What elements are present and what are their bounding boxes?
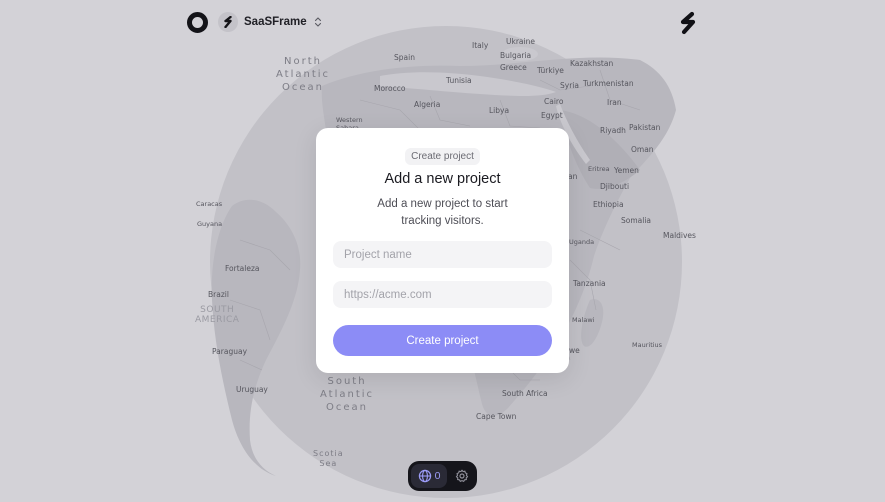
map-label-bulgaria: Bulgaria: [500, 51, 532, 60]
map-label-tunisia: Tunisia: [446, 76, 472, 85]
project-avatar: [218, 12, 238, 32]
map-label-algeria: Algeria: [414, 100, 441, 109]
map-label-ukraine: Ukraine: [506, 37, 535, 46]
saasframe-logo-icon: [224, 16, 232, 28]
gear-icon: [455, 469, 469, 482]
create-project-button[interactable]: Create project: [333, 325, 552, 356]
s-logo-icon[interactable]: [677, 11, 699, 35]
map-label-egypt: Egypt: [541, 111, 563, 120]
map-label-cairo: Cairo: [544, 97, 564, 106]
project-name: SaaSFrame: [244, 16, 307, 28]
map-label-turkmenistan: Turkmenistan: [583, 79, 634, 88]
bottom-toolbar: 0: [408, 461, 477, 491]
map-label-fortaleza: Fortaleza: [225, 264, 260, 273]
map-label-oman: Oman: [631, 145, 654, 154]
project-switcher[interactable]: SaaSFrame: [218, 11, 323, 33]
map-label-pakistan: Pakistan: [629, 123, 661, 132]
ocean-label-south-atlantic: South Atlantic Ocean: [320, 376, 375, 413]
dialog-eyebrow-wrap: Create project: [316, 146, 569, 165]
map-label-uruguay: Uruguay: [236, 385, 268, 394]
dialog-title: Add a new project: [384, 171, 501, 187]
project-name-input[interactable]: [333, 241, 552, 268]
chevron-up-down-icon: [314, 17, 321, 27]
map-label-brazil: Brazil: [208, 290, 229, 299]
globe-icon: [418, 469, 431, 483]
map-label-somalia: Somalia: [621, 216, 652, 225]
map-label-caracas: Caracas: [196, 200, 223, 208]
map-label-iran: Iran: [607, 98, 622, 107]
map-label-turkiye: Türkiye: [537, 66, 564, 75]
map-label-kazakhstan: Kazakhstan: [570, 59, 614, 68]
visitors-toggle[interactable]: 0: [411, 464, 447, 488]
visitor-count: 0: [434, 470, 441, 482]
dialog-description: Add a new project to start tracking visi…: [377, 198, 508, 227]
map-label-eritrea: Eritrea: [588, 165, 610, 173]
map-label-guyana: Guyana: [197, 220, 223, 228]
map-label-maldives: Maldives: [663, 231, 696, 240]
project-url-input[interactable]: [333, 281, 552, 308]
ocean-label-scotia-sea: Scotia Sea: [313, 449, 344, 468]
map-label-an-fragment: an: [568, 172, 578, 181]
map-label-mauritius: Mauritius: [632, 341, 663, 349]
map-label-ethiopia: Ethiopia: [593, 200, 624, 209]
map-label-italy: Italy: [472, 41, 489, 50]
map-label-malawi: Malawi: [572, 316, 595, 324]
map-label-spain: Spain: [394, 53, 415, 62]
ocean-label-north-atlantic: North Atlantic Ocean: [276, 56, 331, 93]
map-label-syria: Syria: [560, 81, 579, 90]
map-label-greece: Greece: [500, 63, 527, 72]
map-label-tanzania: Tanzania: [573, 279, 606, 288]
map-label-yemen: Yemen: [614, 166, 639, 175]
map-label-libya: Libya: [489, 106, 510, 115]
map-label-morocco: Morocco: [374, 84, 406, 93]
map-label-paraguay: Paraguay: [212, 347, 248, 356]
dialog-eyebrow: Create project: [405, 148, 480, 165]
map-label-riyadh: Riyadh: [600, 126, 626, 135]
map-label-cape-town: Cape Town: [476, 412, 517, 421]
create-project-dialog: Create project Add a new project Add a n…: [316, 128, 569, 373]
map-label-zimbabwe-fragment: we: [569, 346, 580, 355]
map-label-uganda: Uganda: [569, 238, 595, 246]
map-label-djibouti: Djibouti: [600, 182, 630, 191]
settings-button[interactable]: [450, 464, 474, 488]
ring-logo-icon[interactable]: [187, 12, 208, 33]
region-label-south-america: SOUTH AMERICA: [195, 305, 240, 325]
map-label-south-africa: South Africa: [502, 389, 548, 398]
